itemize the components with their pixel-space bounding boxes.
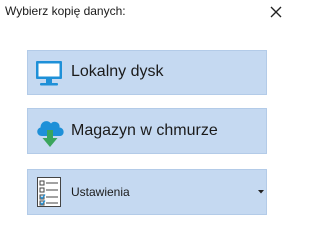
cloud-storage-button[interactable]: Magazyn w chmurze [27, 108, 267, 154]
close-icon[interactable] [268, 4, 284, 20]
settings-button[interactable]: Ustawienia [27, 169, 267, 215]
local-disk-button[interactable]: Lokalny dysk [27, 50, 267, 95]
cloud-download-icon [37, 121, 64, 147]
local-disk-label: Lokalny dysk [71, 63, 164, 80]
dialog-title: Wybierz kopię danych: [5, 4, 126, 18]
checklist-icon [37, 177, 61, 207]
settings-label: Ustawienia [71, 185, 130, 199]
monitor-icon [36, 61, 62, 86]
chevron-down-icon[interactable] [258, 190, 264, 194]
cloud-storage-label: Magazyn w chmurze [71, 122, 218, 139]
